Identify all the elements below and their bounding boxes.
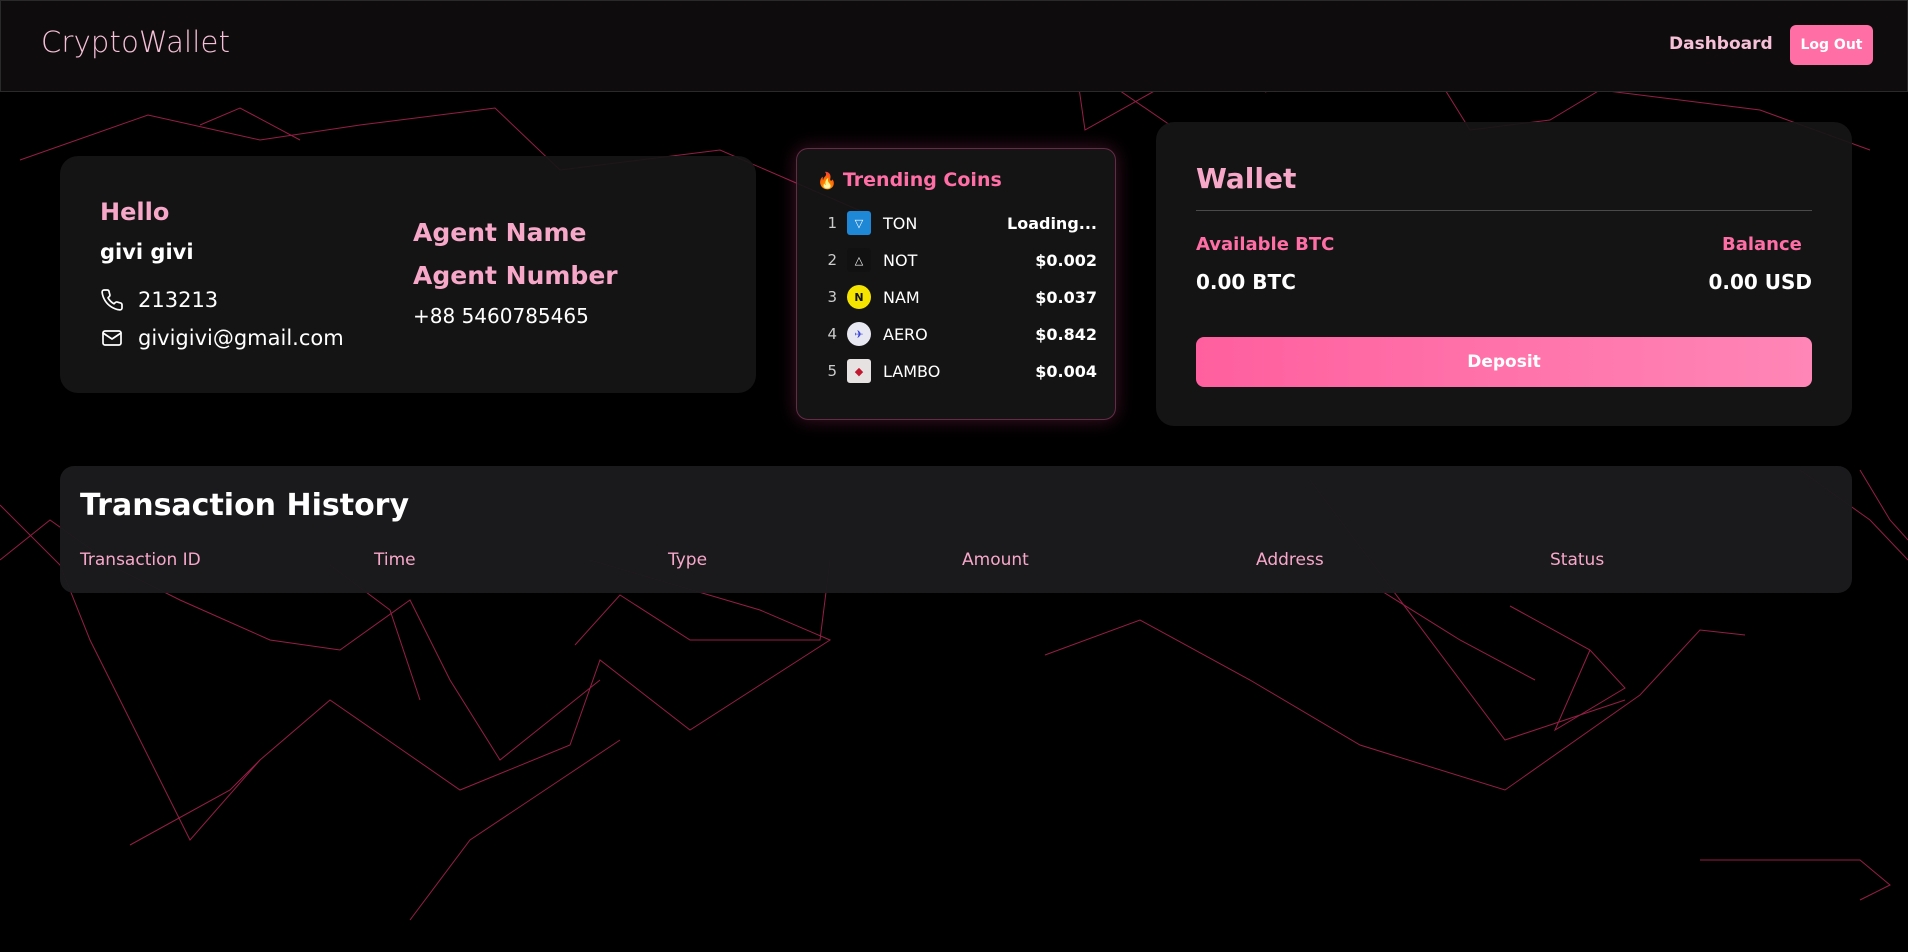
email-row: givigivi@gmail.com — [100, 326, 344, 350]
fire-icon: 🔥 — [817, 170, 837, 190]
profile-card: Hello givi givi 213213 givigivi@gmail.co… — [60, 156, 756, 393]
coin-symbol: TON — [883, 213, 918, 233]
trending-title: 🔥 Trending Coins — [817, 169, 1002, 191]
coin-rank: 2 — [827, 251, 837, 269]
coin-price: $0.842 — [1035, 324, 1097, 344]
coin-row-lambo[interactable]: 5 ◆ LAMBO $0.004 — [817, 356, 1097, 386]
aero-logo-icon: ✈ — [847, 322, 871, 346]
column-header-amount[interactable]: Amount — [962, 550, 1029, 570]
available-btc-label: Available BTC — [1196, 234, 1335, 255]
brand-logo-text[interactable]: CryptoWallet — [41, 25, 230, 59]
username: givi givi — [100, 240, 194, 264]
coin-row-not[interactable]: 2 △ NOT $0.002 — [817, 245, 1097, 275]
column-header-type[interactable]: Type — [668, 550, 707, 570]
coin-price: $0.002 — [1035, 250, 1097, 270]
ton-logo-icon: ▽ — [847, 211, 871, 235]
balance-value: 0.00 USD — [1708, 270, 1812, 294]
transaction-history-title: Transaction History — [80, 488, 410, 523]
coin-price: Loading... — [1007, 213, 1097, 233]
coin-price: $0.037 — [1035, 287, 1097, 307]
coin-price: $0.004 — [1035, 361, 1097, 381]
coin-symbol: NOT — [883, 250, 918, 270]
coin-rank: 5 — [827, 362, 837, 380]
agent-number-label: Agent Number — [413, 261, 618, 290]
deposit-button[interactable]: Deposit — [1196, 337, 1812, 387]
coin-symbol: NAM — [883, 287, 920, 307]
coin-row-nam[interactable]: 3 N NAM $0.037 — [817, 282, 1097, 312]
phone-row: 213213 — [100, 288, 218, 312]
coin-symbol: LAMBO — [883, 361, 941, 381]
coin-symbol: AERO — [883, 324, 928, 344]
column-header-address[interactable]: Address — [1256, 550, 1324, 570]
transaction-history-card: Transaction History Transaction ID Time … — [60, 466, 1852, 593]
wallet-card: Wallet Available BTC 0.00 BTC Balance 0.… — [1156, 122, 1852, 426]
coin-rank: 3 — [827, 288, 837, 306]
trending-title-text: Trending Coins — [842, 169, 1002, 191]
top-navbar: CryptoWallet Dashboard Log Out — [0, 0, 1908, 92]
greeting: Hello — [100, 198, 170, 226]
coin-rank: 4 — [827, 325, 837, 343]
wallet-title: Wallet — [1196, 162, 1297, 195]
lambo-logo-icon: ◆ — [847, 359, 871, 383]
phone-value: 213213 — [138, 288, 219, 312]
wallet-divider — [1196, 210, 1812, 211]
phone-icon — [101, 289, 123, 311]
coin-rank: 1 — [827, 214, 837, 232]
nav-dashboard-link[interactable]: Dashboard — [1669, 34, 1773, 54]
available-btc-value: 0.00 BTC — [1196, 270, 1296, 294]
agent-number-value: +88 5460785465 — [413, 304, 589, 328]
coin-row-aero[interactable]: 4 ✈ AERO $0.842 — [817, 319, 1097, 349]
column-header-transaction-id[interactable]: Transaction ID — [80, 550, 201, 570]
coin-row-ton[interactable]: 1 ▽ TON Loading... — [817, 208, 1097, 238]
agent-name-label: Agent Name — [413, 218, 587, 247]
column-header-status[interactable]: Status — [1550, 550, 1604, 570]
balance-label: Balance — [1722, 234, 1802, 255]
column-header-time[interactable]: Time — [374, 550, 416, 570]
mail-icon — [102, 330, 122, 346]
email-value: givigivi@gmail.com — [138, 326, 344, 350]
not-logo-icon: △ — [847, 248, 871, 272]
trending-coins-card: 🔥 Trending Coins 1 ▽ TON Loading... 2 △ NOT $0.… — [796, 148, 1116, 420]
nam-logo-icon: N — [847, 285, 871, 309]
logout-button[interactable]: Log Out — [1790, 25, 1873, 65]
